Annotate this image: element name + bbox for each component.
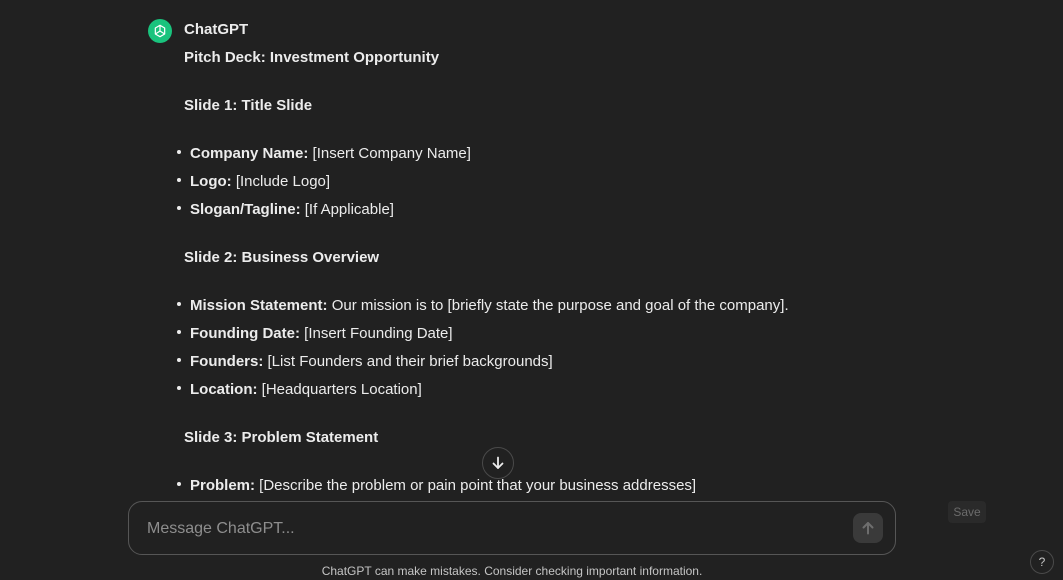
list-item: Slogan/Tagline: [If Applicable] xyxy=(177,196,884,224)
scroll-to-bottom-button[interactable] xyxy=(482,447,514,479)
send-button[interactable] xyxy=(853,513,883,543)
list-item: Location: [Headquarters Location] xyxy=(177,376,884,404)
slide-2-list: Mission Statement: Our mission is to [br… xyxy=(177,292,884,404)
item-text: Our mission is to [briefly state the pur… xyxy=(327,297,789,314)
item-label: Company Name: xyxy=(190,145,309,162)
item-label: Problem: xyxy=(190,477,256,494)
item-label: Founders: xyxy=(190,353,264,370)
item-text: [Headquarters Location] xyxy=(257,381,422,398)
chat-page: ChatGPT Pitch Deck: Investment Opportuni… xyxy=(0,0,1063,580)
item-label: Slogan/Tagline: xyxy=(190,201,301,218)
arrow-up-icon xyxy=(862,522,874,535)
item-text: [Include Logo] xyxy=(231,173,331,190)
slide-1-list: Company Name: [Insert Company Name] Logo… xyxy=(177,140,884,224)
list-item: Problem: [Describe the problem or pain p… xyxy=(177,472,884,500)
arrow-down-icon xyxy=(492,456,504,469)
item-text: [Insert Founding Date] xyxy=(299,325,453,342)
list-item: Founders: [List Founders and their brief… xyxy=(177,348,884,376)
item-text: [Describe the problem or pain point that… xyxy=(255,477,697,494)
item-label: Founding Date: xyxy=(190,325,300,342)
slide-heading: Slide 3: Problem Statement xyxy=(184,429,379,446)
slide-3-list: Problem: [Describe the problem or pain p… xyxy=(177,472,884,500)
item-label: Logo: xyxy=(190,173,232,190)
list-item: Logo: [Include Logo] xyxy=(177,168,884,196)
list-item: Mission Statement: Our mission is to [br… xyxy=(177,292,884,320)
disclaimer-text: ChatGPT can make mistakes. Consider chec… xyxy=(321,564,703,578)
message-input[interactable] xyxy=(145,516,839,542)
item-label: Location: xyxy=(190,381,258,398)
slide-heading: Slide 1: Title Slide xyxy=(184,97,313,114)
item-text: [Insert Company Name] xyxy=(308,145,471,162)
message-title: Pitch Deck: Investment Opportunity xyxy=(184,49,440,66)
openai-logo-icon xyxy=(148,19,172,43)
slide-heading: Slide 2: Business Overview xyxy=(184,249,380,266)
message-composer xyxy=(128,501,896,555)
item-label: Mission Statement: xyxy=(190,297,328,314)
item-text: [List Founders and their brief backgroun… xyxy=(263,353,553,370)
item-text: [If Applicable] xyxy=(300,201,394,218)
message-author: ChatGPT xyxy=(184,21,249,38)
list-item: Company Name: [Insert Company Name] xyxy=(177,140,884,168)
help-button[interactable]: ? xyxy=(1030,550,1054,574)
assistant-message: Pitch Deck: Investment Opportunity Slide… xyxy=(177,44,884,500)
list-item: Founding Date: [Insert Founding Date] xyxy=(177,320,884,348)
save-button[interactable]: Save xyxy=(948,501,986,523)
